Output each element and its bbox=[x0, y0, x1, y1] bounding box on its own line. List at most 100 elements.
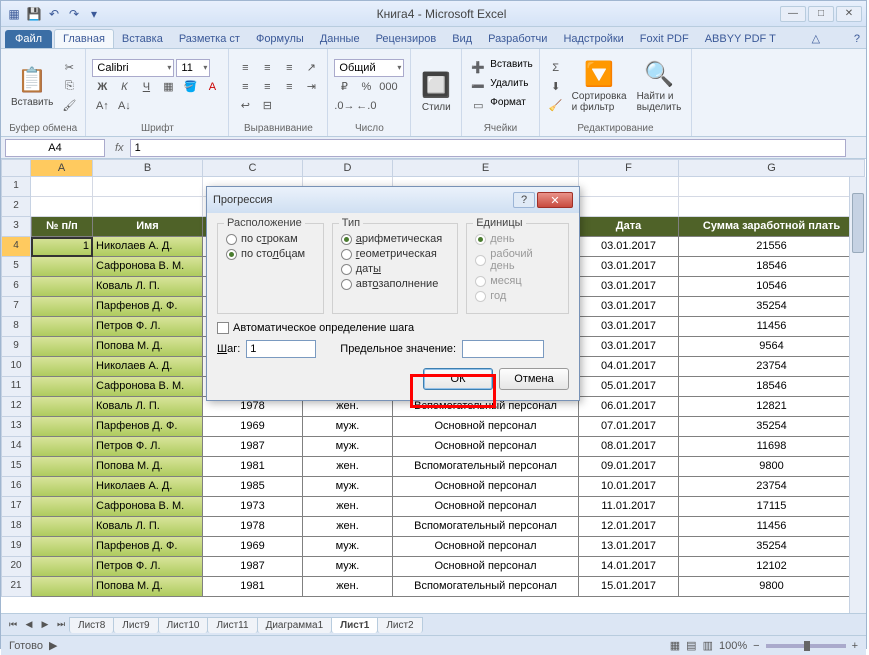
row-header[interactable]: 19 bbox=[1, 537, 31, 557]
tab-formulas[interactable]: Формулы bbox=[248, 30, 312, 48]
cell[interactable]: 18546 bbox=[679, 377, 865, 397]
checkbox-autodetect[interactable]: Автоматическое определение шага bbox=[217, 322, 569, 334]
cell[interactable]: Петров Ф. Л. bbox=[93, 557, 203, 577]
cell[interactable]: жен. bbox=[303, 517, 393, 537]
radio-by-rows[interactable]: по строкам bbox=[226, 233, 315, 245]
name-box[interactable]: A4 bbox=[5, 139, 105, 157]
cell[interactable] bbox=[31, 297, 93, 317]
tab-nav-last-icon[interactable]: ⏭ bbox=[53, 617, 69, 633]
fx-icon[interactable]: fx bbox=[109, 142, 130, 154]
fill-icon[interactable]: ⬇ bbox=[546, 78, 566, 96]
autosum-icon[interactable]: Σ bbox=[546, 59, 566, 77]
cell[interactable]: Основной персонал bbox=[393, 497, 579, 517]
row-header[interactable]: 6 bbox=[1, 277, 31, 297]
radio-autofill[interactable]: автозаполнение bbox=[341, 278, 449, 290]
dialog-close-icon[interactable]: ✕ bbox=[537, 192, 573, 208]
limit-input[interactable] bbox=[462, 340, 544, 358]
cell[interactable]: Николаев А. Д. bbox=[93, 477, 203, 497]
table-header[interactable]: Имя bbox=[93, 217, 203, 237]
cell[interactable] bbox=[31, 537, 93, 557]
sheet-tab[interactable]: Лист9 bbox=[113, 617, 158, 633]
col-header-f[interactable]: F bbox=[579, 159, 679, 177]
cell[interactable]: Коваль Л. П. bbox=[93, 397, 203, 417]
number-format-combo[interactable]: Общий bbox=[334, 59, 404, 77]
cell[interactable] bbox=[31, 457, 93, 477]
col-header-c[interactable]: C bbox=[203, 159, 303, 177]
zoom-level[interactable]: 100% bbox=[719, 640, 747, 652]
radio-geometric[interactable]: геометрическая bbox=[341, 248, 449, 260]
paste-button[interactable]: 📋Вставить bbox=[7, 64, 57, 110]
cell[interactable] bbox=[31, 517, 93, 537]
file-tab[interactable]: Файл bbox=[5, 30, 52, 48]
row-header[interactable]: 20 bbox=[1, 557, 31, 577]
cell[interactable]: Попова М. Д. bbox=[93, 577, 203, 597]
cell[interactable]: Основной персонал bbox=[393, 477, 579, 497]
cell[interactable]: 1981 bbox=[203, 577, 303, 597]
row-header[interactable]: 16 bbox=[1, 477, 31, 497]
radio-dates[interactable]: даты bbox=[341, 263, 449, 275]
step-input[interactable] bbox=[246, 340, 316, 358]
cell[interactable]: 35254 bbox=[679, 537, 865, 557]
tab-nav-first-icon[interactable]: ⏮ bbox=[5, 617, 21, 633]
cell[interactable] bbox=[31, 277, 93, 297]
tab-abbyy[interactable]: ABBYY PDF T bbox=[697, 30, 784, 48]
row-header[interactable]: 17 bbox=[1, 497, 31, 517]
italic-icon[interactable]: К bbox=[114, 78, 134, 96]
wrap-text-icon[interactable]: ↩ bbox=[235, 97, 255, 115]
cell[interactable]: 23754 bbox=[679, 477, 865, 497]
row-header[interactable]: 5 bbox=[1, 257, 31, 277]
sheet-tab[interactable]: Лист11 bbox=[207, 617, 257, 633]
cell[interactable] bbox=[31, 577, 93, 597]
cell[interactable]: 10.01.2017 bbox=[579, 477, 679, 497]
formula-bar[interactable]: 1 bbox=[130, 139, 846, 157]
row-header[interactable]: 9 bbox=[1, 337, 31, 357]
cell[interactable] bbox=[31, 377, 93, 397]
zoom-slider[interactable] bbox=[766, 644, 846, 648]
table-header[interactable]: Дата bbox=[579, 217, 679, 237]
cell[interactable]: 1 bbox=[31, 237, 93, 257]
merge-icon[interactable]: ⊟ bbox=[257, 97, 277, 115]
align-mid-icon[interactable]: ≡ bbox=[257, 59, 277, 77]
indent-icon[interactable]: ⇥ bbox=[301, 78, 321, 96]
cell[interactable]: Парфенов Д. Ф. bbox=[93, 417, 203, 437]
close-button[interactable]: ✕ bbox=[836, 6, 862, 22]
border-icon[interactable]: ▦ bbox=[158, 78, 178, 96]
view-pagebreak-icon[interactable]: ▥ bbox=[703, 639, 713, 652]
cell[interactable]: Николаев А. Д. bbox=[93, 237, 203, 257]
cell[interactable]: 9800 bbox=[679, 457, 865, 477]
cell[interactable]: 04.01.2017 bbox=[579, 357, 679, 377]
cell[interactable]: 11698 bbox=[679, 437, 865, 457]
cancel-button[interactable]: Отмена bbox=[499, 368, 569, 390]
zoom-out-icon[interactable]: − bbox=[753, 640, 759, 652]
cell[interactable]: 03.01.2017 bbox=[579, 337, 679, 357]
cell[interactable]: Основной персонал bbox=[393, 417, 579, 437]
row-header[interactable]: 7 bbox=[1, 297, 31, 317]
cell[interactable]: 9800 bbox=[679, 577, 865, 597]
cell[interactable]: 03.01.2017 bbox=[579, 277, 679, 297]
col-header-g[interactable]: G bbox=[679, 159, 865, 177]
row-header[interactable]: 12 bbox=[1, 397, 31, 417]
cell[interactable]: муж. bbox=[303, 417, 393, 437]
dialog-titlebar[interactable]: Прогрессия ? ✕ bbox=[207, 187, 579, 213]
tab-home[interactable]: Главная bbox=[54, 29, 114, 48]
cell[interactable]: Петров Ф. Л. bbox=[93, 437, 203, 457]
cell[interactable] bbox=[31, 337, 93, 357]
sort-filter-button[interactable]: 🔽Сортировка и фильтр bbox=[568, 58, 631, 115]
cell[interactable]: 1987 bbox=[203, 437, 303, 457]
ok-button[interactable]: ОК bbox=[423, 368, 493, 390]
cell[interactable]: 12.01.2017 bbox=[579, 517, 679, 537]
dec-decimal-icon[interactable]: ←.0 bbox=[356, 97, 376, 115]
cell[interactable]: Сафронова В. М. bbox=[93, 497, 203, 517]
cell[interactable]: Попова М. Д. bbox=[93, 457, 203, 477]
cell[interactable]: Петров Ф. Л. bbox=[93, 317, 203, 337]
tab-foxit[interactable]: Foxit PDF bbox=[632, 30, 697, 48]
sheet-tab[interactable]: Лист8 bbox=[69, 617, 114, 633]
sheet-tab[interactable]: Лист2 bbox=[377, 617, 422, 633]
row-header[interactable]: 1 bbox=[1, 177, 31, 197]
col-header-a[interactable]: A bbox=[31, 159, 93, 177]
underline-icon[interactable]: Ч bbox=[136, 78, 156, 96]
undo-icon[interactable]: ↶ bbox=[45, 5, 63, 23]
cell[interactable]: 1969 bbox=[203, 537, 303, 557]
cell[interactable]: 1985 bbox=[203, 477, 303, 497]
cell[interactable]: жен. bbox=[303, 497, 393, 517]
